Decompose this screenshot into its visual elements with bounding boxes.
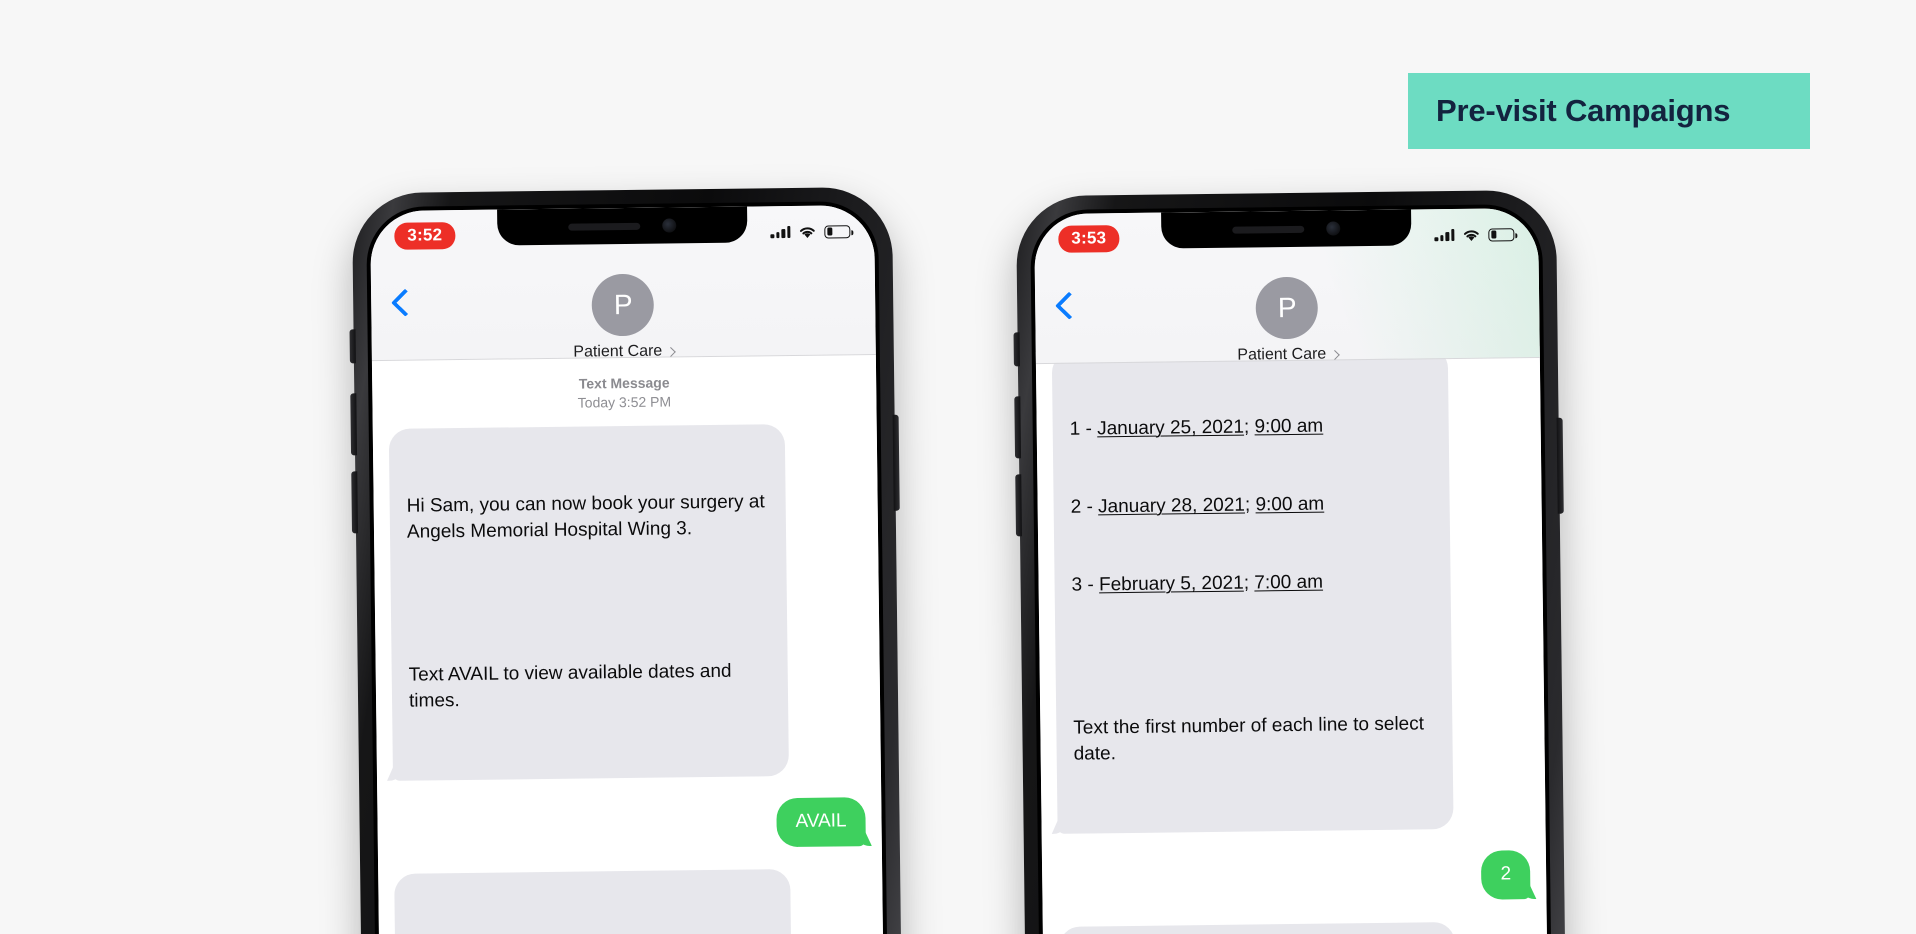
phone-screen: 3:53 P Patient Care 1 - January 25, 2021… xyxy=(1034,207,1550,934)
line-prefix: 2 - xyxy=(1070,496,1099,518)
contact-name-label: Patient Care xyxy=(1237,345,1327,364)
message-timestamp: Text Message Today 3:52 PM xyxy=(388,355,861,429)
battery-icon xyxy=(824,224,851,239)
detected-date[interactable]: January 25, 2021 xyxy=(1097,417,1244,440)
detected-time[interactable]: 9:00 am xyxy=(1255,494,1324,516)
status-indicators xyxy=(770,224,851,240)
avatar: P xyxy=(1255,276,1319,340)
availability-line: 2 - January 28, 2021; 9:00 am xyxy=(1071,490,1434,520)
silent-switch[interactable] xyxy=(1013,332,1020,367)
message-paragraph: Text the first number of each line to se… xyxy=(1073,713,1430,765)
message-bubble-incoming[interactable]: 1 - January 25, 2021; 9:00 am 2 - Januar… xyxy=(1051,347,1455,835)
status-bar: 3:53 xyxy=(1034,208,1539,258)
detected-date[interactable]: February 5, 2021 xyxy=(1099,573,1244,596)
detected-time[interactable]: 9:00 am xyxy=(1254,416,1323,438)
volume-down-button[interactable] xyxy=(1015,474,1023,537)
message-row: AVAIL xyxy=(393,797,866,852)
message-bubble-incoming[interactable]: Hi Sam, you can now book your surgery at… xyxy=(388,423,790,781)
contact-name-row: Patient Care xyxy=(573,342,676,361)
back-chevron-icon[interactable] xyxy=(1055,291,1084,320)
chevron-right-icon xyxy=(665,346,676,357)
phone-screen: 3:52 P Patient Care Text Message Today 3… xyxy=(370,204,886,934)
battery-icon xyxy=(1488,227,1515,242)
message-list[interactable]: Text Message Today 3:52 PM Hi Sam, you c… xyxy=(371,354,885,934)
chevron-right-icon xyxy=(1329,349,1340,360)
cellular-signal-icon xyxy=(1434,228,1455,242)
back-chevron-icon[interactable] xyxy=(391,288,420,317)
line-separator: ; xyxy=(1244,494,1256,516)
volume-up-button[interactable] xyxy=(350,393,358,456)
line-separator: ; xyxy=(1243,416,1255,438)
power-button[interactable] xyxy=(892,414,900,511)
phone-mockup-right: 3:53 P Patient Care 1 - January 25, 2021… xyxy=(1013,189,1569,934)
line-prefix: 1 - xyxy=(1069,418,1098,440)
message-paragraph: Text AVAIL to view available dates and t… xyxy=(408,660,737,712)
page-root: Pre-visit Campaigns 3:52 P Patient Care … xyxy=(0,0,1916,934)
phone-frame: 3:52 P Patient Care Text Message Today 3… xyxy=(349,186,905,934)
message-bubble-incoming[interactable]: Hi Sam, your surgery at Angels Memorial … xyxy=(1058,922,1461,934)
wifi-icon xyxy=(799,226,815,238)
timestamp-value-label: Today 3:52 PM xyxy=(577,393,672,411)
message-row: Hi Sam, you can now book your surgery at… xyxy=(388,423,865,781)
contact-header[interactable]: P Patient Care xyxy=(572,273,676,361)
timestamp-type-label: Text Message xyxy=(578,374,670,392)
message-bubble-incoming[interactable]: 1 - January 25, 2021; 9:00 am 2 - Januar… xyxy=(394,869,797,934)
volume-up-button[interactable] xyxy=(1014,396,1022,459)
contact-name-label: Patient Care xyxy=(573,342,663,361)
message-row: 1 - January 25, 2021; 9:00 am 2 - Januar… xyxy=(394,868,872,934)
message-row: 1 - January 25, 2021; 9:00 am 2 - Januar… xyxy=(1051,346,1530,835)
detected-time[interactable]: 7:00 am xyxy=(1254,572,1323,594)
volume-down-button[interactable] xyxy=(351,471,359,534)
message-list[interactable]: 1 - January 25, 2021; 9:00 am 2 - Januar… xyxy=(1035,345,1549,934)
recording-time-pill: 3:53 xyxy=(1058,224,1120,253)
avatar: P xyxy=(591,273,655,337)
status-indicators xyxy=(1434,227,1515,243)
availability-line: 3 - February 5, 2021; 7:00 am xyxy=(1071,568,1434,598)
contact-name-row: Patient Care xyxy=(1237,345,1340,364)
line-prefix: 3 - xyxy=(1071,574,1100,596)
wifi-icon xyxy=(1463,229,1479,241)
section-title-label: Pre-visit Campaigns xyxy=(1436,93,1731,128)
power-button[interactable] xyxy=(1556,417,1564,514)
status-bar: 3:52 xyxy=(370,205,874,255)
cellular-signal-icon xyxy=(770,225,791,239)
availability-line: 1 - January 25, 2021; 9:00 am xyxy=(1070,412,1433,442)
message-row: 2 xyxy=(1058,850,1531,905)
detected-date[interactable]: January 28, 2021 xyxy=(1098,495,1245,518)
phone-mockup-left: 3:52 P Patient Care Text Message Today 3… xyxy=(349,186,905,934)
line-separator: ; xyxy=(1243,572,1255,594)
message-bubble-outgoing[interactable]: 2 xyxy=(1481,850,1531,900)
message-row: Hi Sam, your surgery at Angels Memorial … xyxy=(1058,921,1536,934)
phone-bezel: 3:53 P Patient Care 1 - January 25, 2021… xyxy=(1030,203,1554,934)
recording-time-pill: 3:52 xyxy=(394,221,456,250)
message-bubble-outgoing[interactable]: AVAIL xyxy=(776,797,866,848)
phone-bezel: 3:52 P Patient Care Text Message Today 3… xyxy=(366,200,890,934)
contact-header[interactable]: P Patient Care xyxy=(1236,276,1340,364)
silent-switch[interactable] xyxy=(349,329,356,364)
section-title-badge: Pre-visit Campaigns xyxy=(1408,73,1810,149)
phone-frame: 3:53 P Patient Care 1 - January 25, 2021… xyxy=(1013,189,1569,934)
message-paragraph: Hi Sam, you can now book your surgery at… xyxy=(406,491,770,543)
